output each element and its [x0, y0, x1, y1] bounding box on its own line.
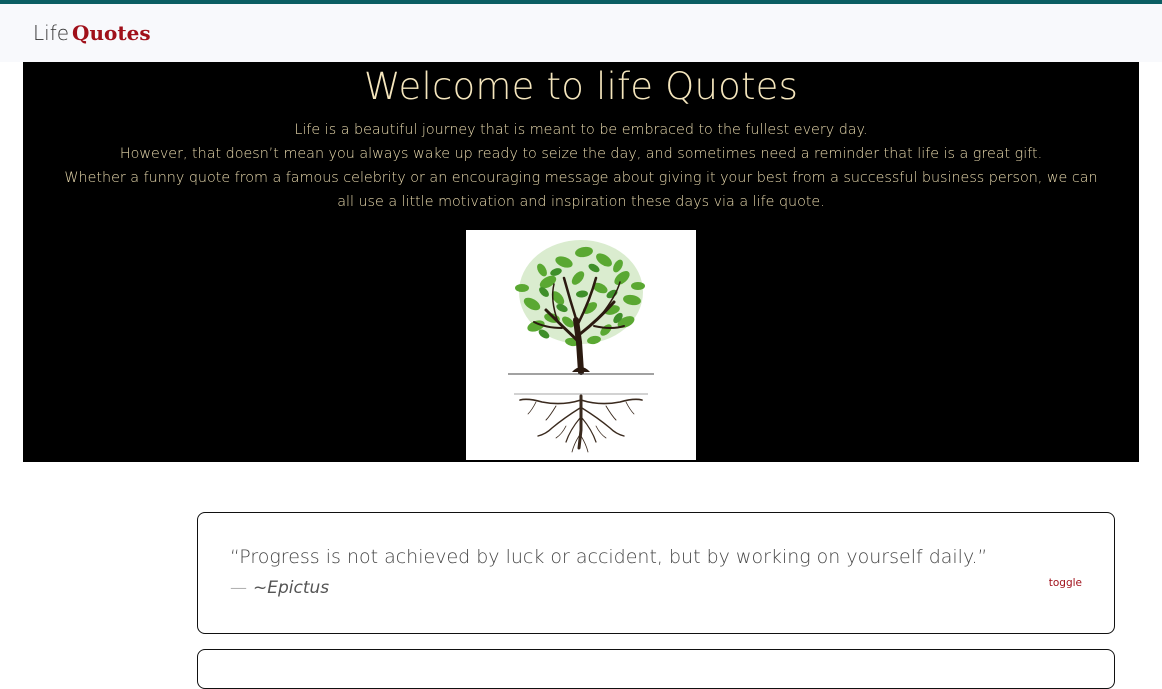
brand-bold-text: Quotes [72, 21, 151, 45]
tree-with-roots-icon [466, 230, 696, 460]
hero-title: Welcome to life Quotes [363, 65, 799, 108]
hero-paragraph: Life is a beautiful journey that is mean… [294, 122, 868, 138]
brand-light-text: Life [33, 21, 70, 45]
brand-logo[interactable]: Life Quotes [33, 19, 151, 47]
quote-author: — ~Epictus [230, 578, 329, 598]
quote-card-partial [197, 649, 1115, 689]
hero-paragraph: Whether a funny quote from a famous cele… [64, 170, 1098, 210]
toggle-link[interactable]: toggle [1049, 577, 1082, 589]
quote-dash: — [230, 578, 247, 598]
hero-section: Welcome to life Quotes Life is a beautif… [23, 62, 1139, 462]
hero-description: Life is a beautiful journey that is mean… [63, 118, 1099, 214]
navbar: Life Quotes [0, 0, 1162, 62]
quote-card: “Progress is not achieved by luck or acc… [197, 512, 1115, 634]
hero-paragraph: However, that doesn’t mean you always wa… [119, 146, 1043, 162]
quote-author-name: ~Epictus [253, 578, 330, 598]
quote-text: “Progress is not achieved by luck or acc… [230, 546, 988, 568]
